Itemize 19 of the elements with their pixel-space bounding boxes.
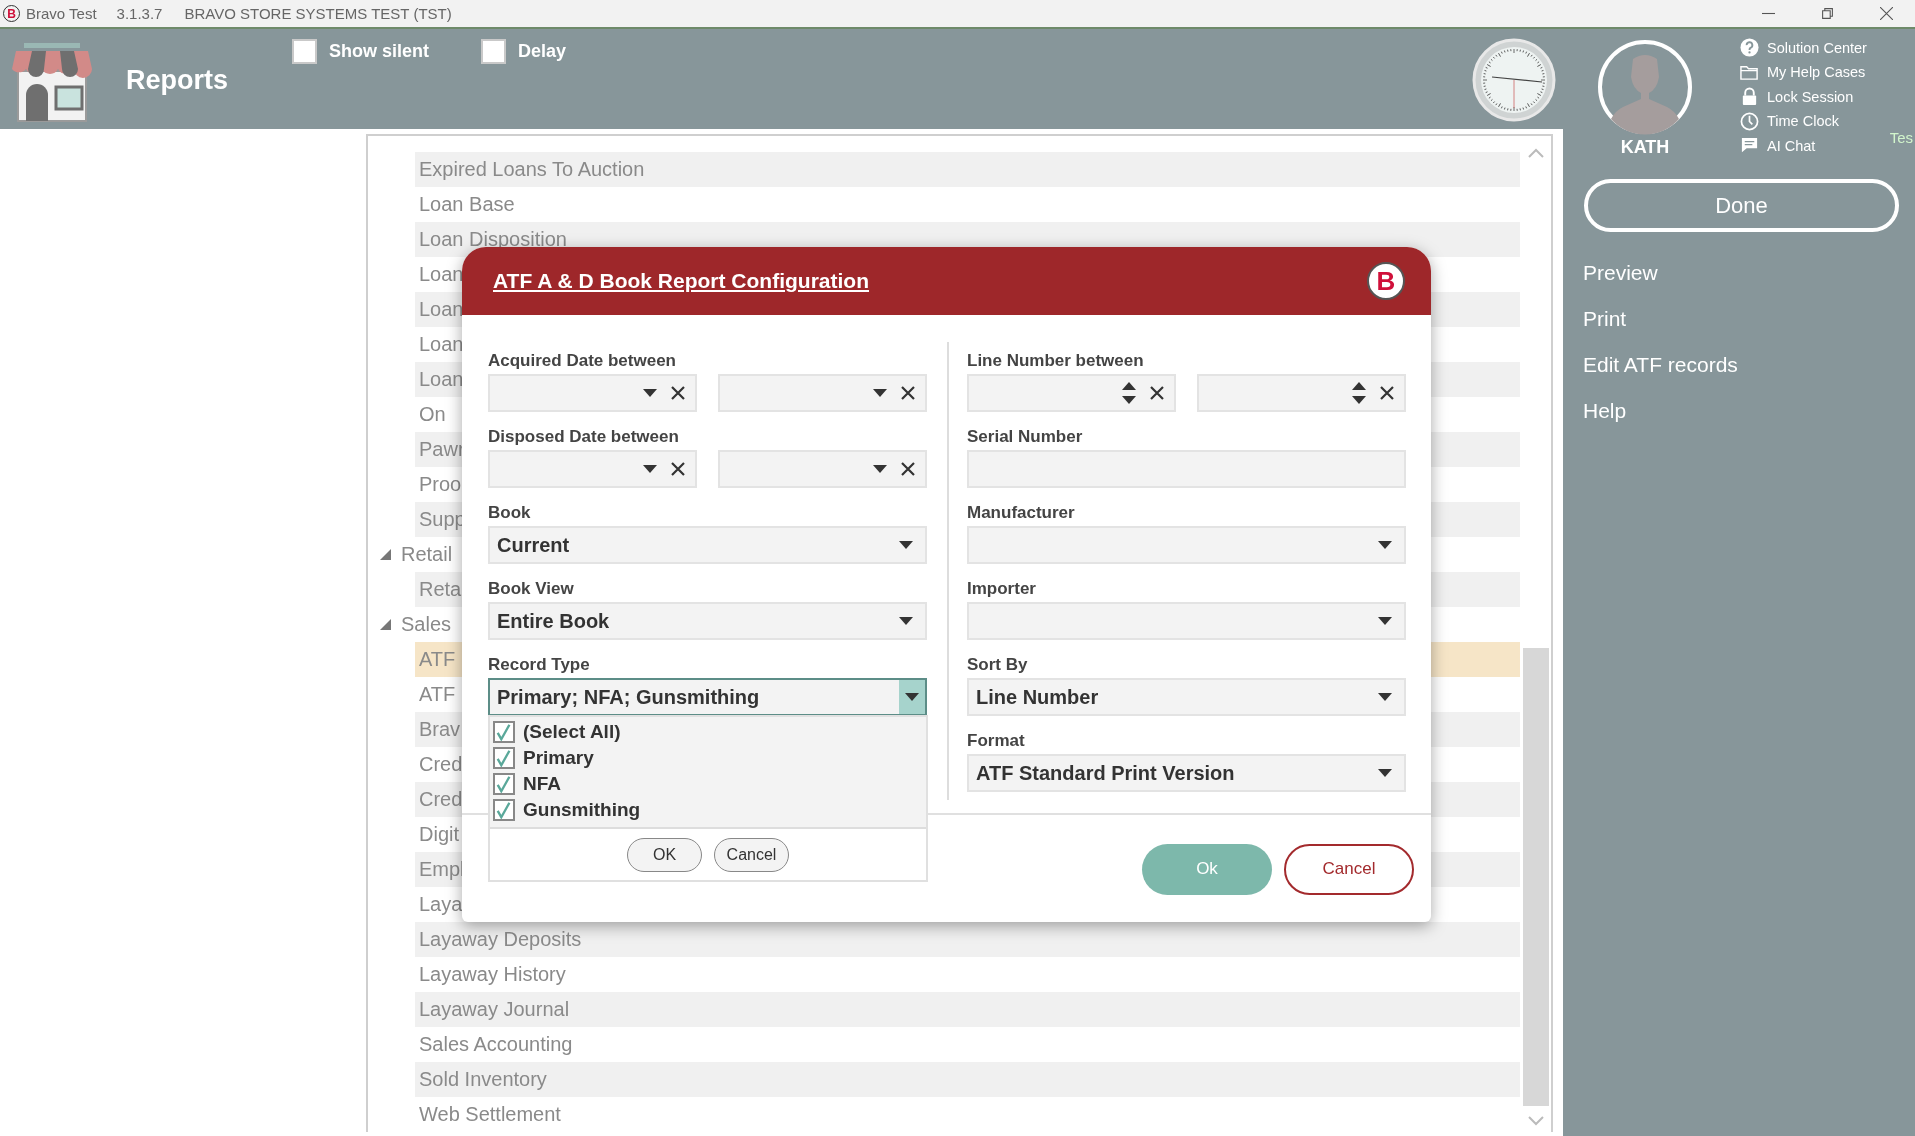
page-title: Reports: [126, 65, 228, 96]
user-name: KATH: [1620, 137, 1670, 158]
environment-tag: Tes: [1889, 129, 1913, 146]
app-version: 3.1.3.7: [116, 5, 163, 22]
field-label: Line Number between: [967, 350, 1145, 372]
store-name: BRAVO STORE SYSTEMS TEST (TST): [184, 5, 452, 22]
field-label: Manufacturer: [967, 502, 1076, 524]
field-label: Importer: [967, 578, 1037, 600]
app-name: Bravo Test: [26, 5, 97, 22]
field-label: Book: [488, 502, 532, 524]
field-label: Sort By: [967, 654, 1029, 676]
field-label: Record Type: [488, 654, 591, 676]
field-label: Book View: [488, 578, 575, 600]
field-label: Acquired Date between: [488, 350, 677, 372]
field-label: Disposed Date between: [488, 426, 680, 448]
field-label: Serial Number: [967, 426, 1084, 448]
dialog-logo: B: [1367, 262, 1405, 300]
dialog-title: ATF A & D Book Report Configuration: [493, 269, 869, 293]
field-label: Format: [967, 730, 1026, 752]
